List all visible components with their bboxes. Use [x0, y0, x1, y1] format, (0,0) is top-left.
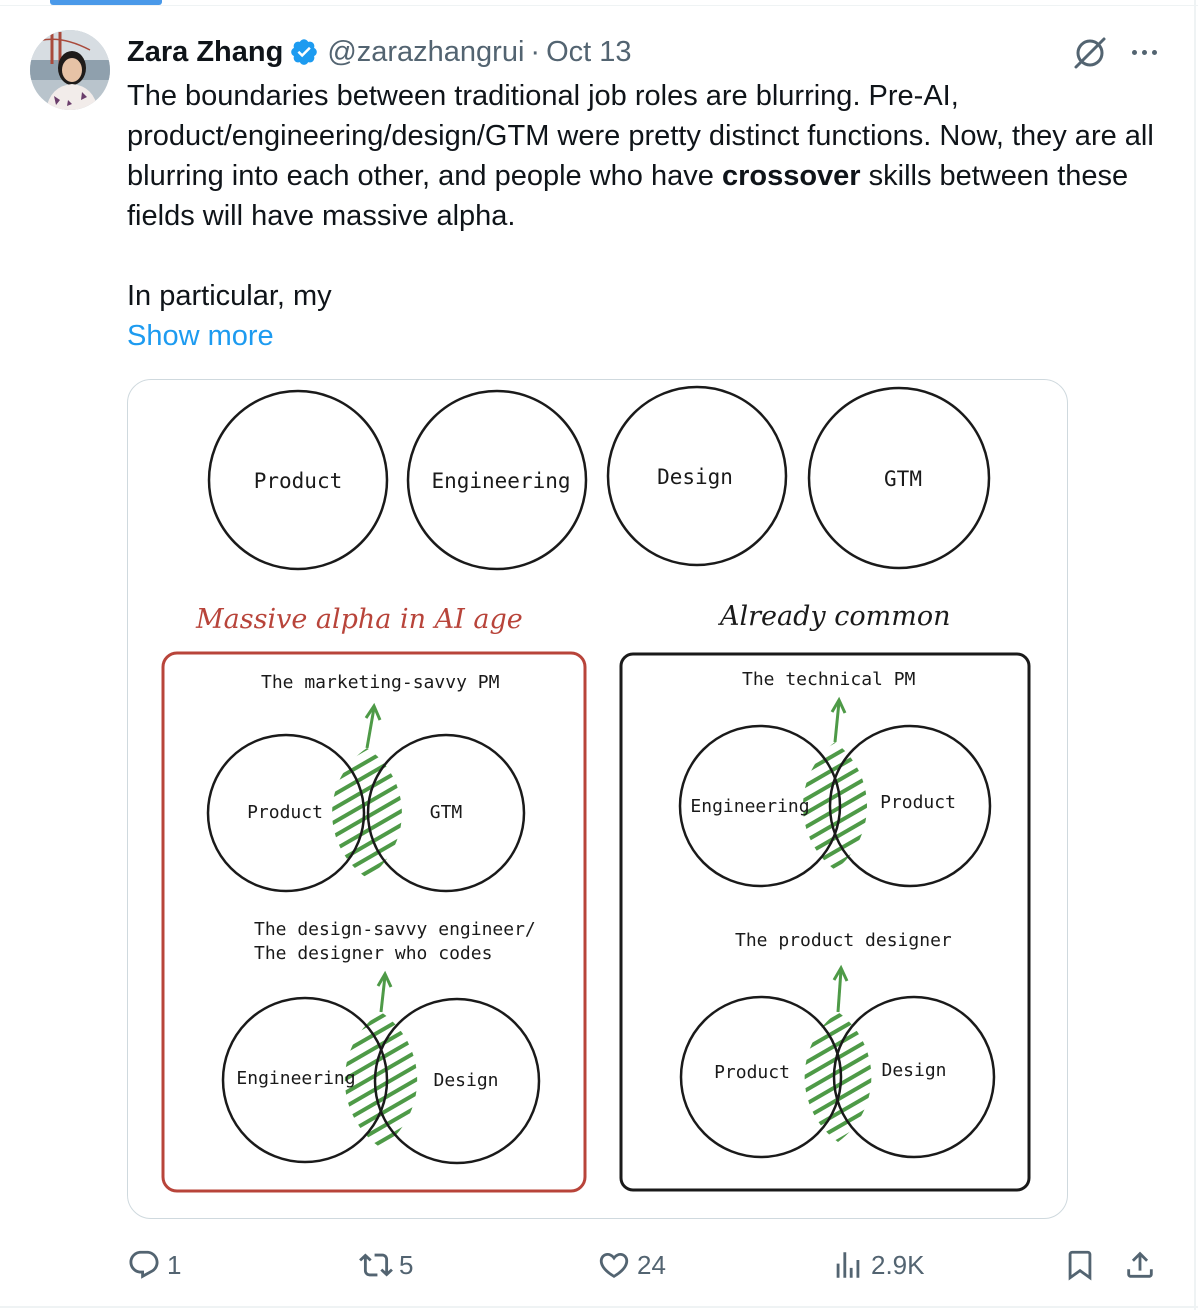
views-button[interactable]: 2.9K	[831, 1240, 925, 1290]
tweet-text: The boundaries between traditional job r…	[127, 76, 1177, 356]
heading-massive-alpha: Massive alpha in AI age	[195, 604, 523, 635]
repost-icon	[359, 1253, 393, 1277]
author-handle[interactable]: @zarazhangrui	[327, 36, 524, 69]
share-icon	[1127, 1251, 1153, 1278]
venn-title-product-designer: The product designer	[735, 930, 952, 951]
venn-label-gtm: GTM	[430, 802, 463, 823]
divider	[0, 1306, 1198, 1308]
venn-label-engineering-2: Engineering	[690, 796, 809, 817]
circle-label-gtm: GTM	[884, 467, 922, 491]
repost-button[interactable]: 5	[359, 1240, 413, 1290]
bookmark-button[interactable]	[1063, 1240, 1103, 1290]
tweet-actions: 1 5 24 2.9K	[127, 1240, 1177, 1290]
divider	[0, 5, 1198, 6]
separator: ·	[530, 35, 541, 68]
venn-title-design-engineer-line2: The designer who codes	[254, 943, 492, 964]
show-more-link[interactable]: Show more	[127, 320, 274, 352]
reply-button[interactable]: 1	[127, 1240, 181, 1290]
more-icon[interactable]	[1126, 40, 1162, 64]
circle-label-product: Product	[254, 469, 343, 493]
views-icon	[836, 1252, 860, 1278]
circle-label-design: Design	[657, 465, 733, 489]
heading-already-common: Already common	[717, 601, 950, 632]
avatar[interactable]	[30, 30, 110, 110]
venn-label-engineering: Engineering	[236, 1068, 355, 1089]
tweet-image[interactable]: Product Engineering Design GTM Massive a…	[127, 379, 1068, 1219]
like-icon	[599, 1252, 629, 1278]
tweet-header: Zara Zhang @zarazhangrui · Oct 13	[127, 30, 632, 74]
views-count: 2.9K	[871, 1249, 925, 1280]
bookmark-icon	[1068, 1250, 1092, 1281]
venn-title-technical-pm: The technical PM	[742, 669, 916, 690]
tweet-paragraph-1: The boundaries between traditional job r…	[127, 80, 1154, 232]
grok-icon[interactable]	[1070, 33, 1110, 73]
divider	[1194, 0, 1196, 1310]
venn-title-design-engineer-line1: The design-savvy engineer/	[254, 919, 536, 940]
author-name[interactable]: Zara Zhang	[127, 36, 283, 69]
venn-label-design: Design	[433, 1070, 498, 1091]
circle-label-engineering: Engineering	[431, 469, 570, 493]
bold-word: crossover	[721, 160, 861, 192]
venn-label-product-2: Product	[880, 792, 956, 813]
venn-label-product-3: Product	[714, 1062, 790, 1083]
tweet-paragraph-2: In particular, my	[127, 280, 332, 312]
reply-count: 1	[167, 1249, 182, 1280]
like-button[interactable]: 24	[597, 1240, 666, 1290]
verified-badge-icon	[289, 37, 319, 67]
venn-label-product: Product	[247, 802, 323, 823]
like-count: 24	[637, 1249, 666, 1280]
tweet-date[interactable]: Oct 13	[546, 36, 631, 69]
reply-icon	[129, 1250, 159, 1279]
venn-title-marketing-pm: The marketing-savvy PM	[261, 672, 500, 693]
share-button[interactable]	[1123, 1240, 1163, 1290]
repost-count: 5	[399, 1249, 414, 1280]
venn-label-design-2: Design	[881, 1060, 946, 1081]
